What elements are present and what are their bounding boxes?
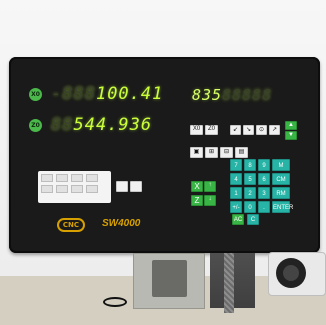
key-decimal[interactable]: . — [258, 201, 270, 213]
key-8[interactable]: 8 — [244, 159, 256, 171]
status-cell — [71, 174, 83, 182]
key-clear-memory[interactable]: CM — [272, 173, 290, 185]
key-menu-1[interactable]: ▣ — [190, 147, 203, 158]
key-function-3[interactable]: ⊙ — [256, 125, 267, 135]
key-up[interactable]: ▲ — [285, 121, 297, 130]
key-z-axis[interactable]: Z — [191, 195, 203, 206]
key-status-2[interactable] — [130, 181, 142, 192]
key-0[interactable]: 0 — [244, 201, 256, 213]
key-z0[interactable]: Z0 — [205, 125, 218, 135]
z-axis-display: 88544.936 — [51, 115, 153, 135]
key-menu-4[interactable]: ▤ — [235, 147, 248, 158]
cable-loop — [103, 297, 127, 307]
model-name: SW4000 — [102, 218, 141, 229]
key-menu-3[interactable]: ⊟ — [220, 147, 233, 158]
key-7[interactable]: 7 — [230, 159, 242, 171]
key-menu-2[interactable]: ⊞ — [205, 147, 218, 158]
status-cell — [56, 185, 68, 193]
key-3[interactable]: 3 — [258, 187, 270, 199]
key-down[interactable]: ▼ — [285, 131, 297, 140]
status-cell — [41, 174, 53, 182]
key-5[interactable]: 5 — [244, 173, 256, 185]
key-x0[interactable]: X0 — [190, 125, 203, 135]
key-all-clear[interactable]: AC — [232, 214, 244, 225]
status-cell — [41, 185, 53, 193]
z-axis-badge: Z0 — [29, 119, 42, 132]
motor-cap-inner — [283, 265, 299, 281]
key-2[interactable]: 2 — [244, 187, 256, 199]
key-6[interactable]: 6 — [258, 173, 270, 185]
key-recall-memory[interactable]: RM — [272, 187, 290, 199]
lead-screw — [224, 253, 234, 313]
top-right-display: 83588888 — [192, 86, 273, 104]
status-cell — [56, 174, 68, 182]
x-axis-badge: X0 — [29, 88, 42, 101]
mounting-post-inner — [152, 260, 187, 297]
key-1[interactable]: 1 — [230, 187, 242, 199]
key-arrow-down[interactable]: ↓ — [204, 195, 216, 206]
key-arrow-up[interactable]: ↑ — [204, 181, 216, 192]
key-sign[interactable]: +/- — [230, 201, 242, 213]
key-4[interactable]: 4 — [230, 173, 242, 185]
key-enter[interactable]: ENTER — [272, 201, 293, 213]
status-cell — [71, 185, 83, 193]
brand-logo: CNC — [57, 218, 85, 232]
key-9[interactable]: 9 — [258, 159, 270, 171]
status-cell — [86, 185, 98, 193]
status-panel — [38, 171, 111, 203]
x-axis-display: -888100.41 — [51, 84, 164, 104]
key-function-2[interactable]: ↘ — [243, 125, 254, 135]
key-clear[interactable]: C — [247, 214, 259, 225]
key-memory[interactable]: M — [272, 159, 290, 171]
key-status-1[interactable] — [116, 181, 128, 192]
key-function-4[interactable]: ↗ — [269, 125, 280, 135]
key-x-axis[interactable]: X — [191, 181, 203, 192]
key-function-1[interactable]: ↙ — [230, 125, 241, 135]
status-cell — [86, 174, 98, 182]
